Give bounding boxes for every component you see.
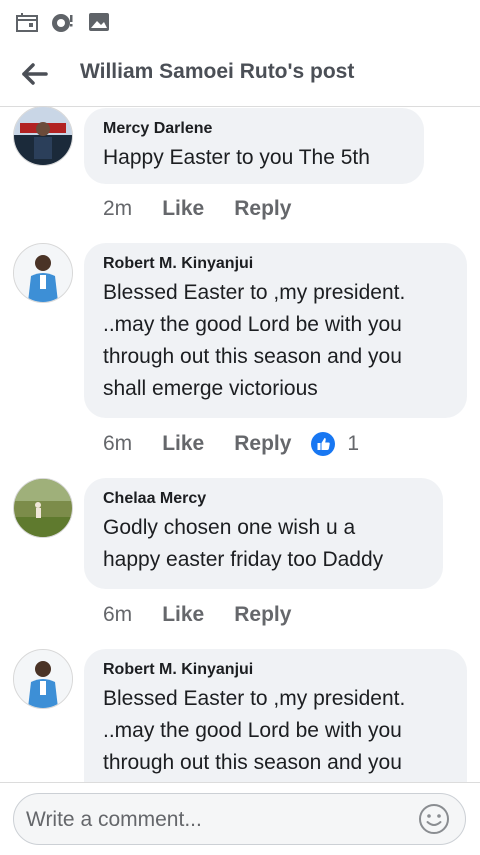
avatar-photo: [14, 244, 72, 302]
page-title: William Samoei Ruto's post: [80, 60, 355, 83]
comment-line: ..may the good Lord be with you: [103, 719, 402, 742]
avatar[interactable]: [13, 243, 73, 303]
avatar[interactable]: [13, 649, 73, 709]
like-button[interactable]: Like: [162, 197, 204, 221]
avatar[interactable]: [13, 478, 73, 538]
comment-line: shall emerge victorious: [103, 377, 318, 400]
comment-author[interactable]: Chelaa Mercy: [103, 489, 423, 509]
reply-button[interactable]: Reply: [234, 603, 291, 627]
post-header: William Samoei Ruto's post: [0, 44, 480, 107]
avatar-photo: [14, 650, 72, 708]
comment-author[interactable]: Robert M. Kinyanjui: [103, 254, 447, 274]
comment-author[interactable]: Robert M. Kinyanjui: [103, 660, 447, 680]
comment-text: Happy Easter to you The 5th: [103, 146, 370, 169]
comment-actions: 2m Like Reply: [103, 195, 291, 223]
comment-line: through out this season and you: [103, 345, 402, 368]
reaction-count[interactable]: 1: [347, 432, 359, 456]
comment-time: 6m: [103, 603, 133, 626]
comment-composer: Write a comment...: [0, 782, 480, 855]
comment-line: Blessed Easter to ,my president.: [103, 687, 406, 710]
avatar-photo: [14, 479, 72, 537]
comment-time: 6m: [103, 432, 133, 455]
comment-line: Godly chosen one wish u a: [103, 516, 356, 539]
reply-button[interactable]: Reply: [234, 432, 291, 456]
like-reaction-icon[interactable]: [311, 432, 336, 456]
calendar-icon: [16, 13, 38, 32]
comment-text: Godly chosen one wish u a happy easter f…: [103, 512, 423, 576]
status-bar: [0, 0, 480, 45]
comment-line: Blessed Easter to ,my president.: [103, 281, 406, 304]
arrow-left-icon[interactable]: [18, 59, 52, 89]
comment-bubble[interactable]: Robert M. Kinyanjui Blessed Easter to ,m…: [84, 243, 467, 418]
comment-text: Blessed Easter to ,my president. ..may t…: [103, 277, 447, 405]
comment-text: Blessed Easter to ,my president. ..may t…: [103, 683, 447, 779]
avatar-photo: [14, 107, 72, 165]
comment-actions: 6m Like Reply: [103, 601, 291, 629]
comment-line: happy easter friday too Daddy: [103, 548, 384, 571]
like-button[interactable]: Like: [162, 432, 204, 456]
gallery-icon: [89, 13, 109, 31]
comment-actions: 6m Like Reply 1: [103, 430, 359, 458]
comment-line: through out this season and you: [103, 751, 402, 774]
comment-author[interactable]: Mercy Darlene: [103, 119, 404, 139]
camera-notification-icon: [52, 14, 73, 32]
comment-time: 2m: [103, 197, 133, 220]
smiley-icon[interactable]: [418, 803, 450, 835]
comment-bubble[interactable]: Chelaa Mercy Godly chosen one wish u a h…: [84, 478, 443, 589]
like-button[interactable]: Like: [162, 603, 204, 627]
reply-button[interactable]: Reply: [234, 197, 291, 221]
avatar[interactable]: [13, 106, 73, 166]
comment-input[interactable]: Write a comment...: [13, 793, 466, 845]
comment-bubble[interactable]: Mercy Darlene Happy Easter to you The 5t…: [84, 108, 424, 184]
comment-line: ..may the good Lord be with you: [103, 313, 402, 336]
